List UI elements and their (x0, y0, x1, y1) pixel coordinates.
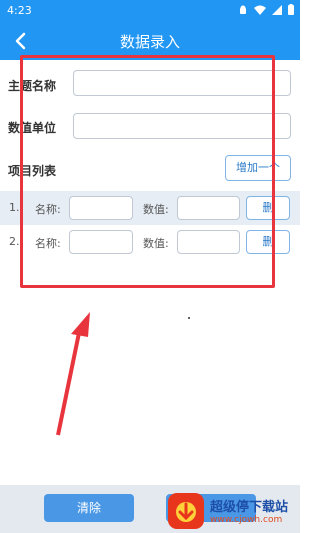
page-title: 数据录入 (119, 33, 180, 51)
android-icon (240, 5, 246, 14)
watermark-url: www.cjowh.com (210, 515, 283, 525)
item-index: 1. (9, 201, 20, 214)
highlight-box (20, 55, 275, 288)
watermark-title: 超级停下载站 (210, 500, 289, 515)
status-time: 4:23 (7, 4, 32, 17)
status-icons (238, 4, 294, 15)
clear-button[interactable]: 清除 (44, 494, 134, 522)
watermark: 超级停下载站 www.cjowh.com (166, 488, 300, 533)
item-index: 2. (9, 235, 20, 248)
signal-icon (272, 4, 282, 15)
stray-dot (188, 317, 190, 319)
annotation-arrow-icon (56, 312, 90, 436)
wifi-icon (254, 5, 266, 15)
status-bar: 4:23 (0, 0, 300, 22)
battery-icon (288, 4, 294, 15)
watermark-logo-icon (168, 492, 204, 529)
